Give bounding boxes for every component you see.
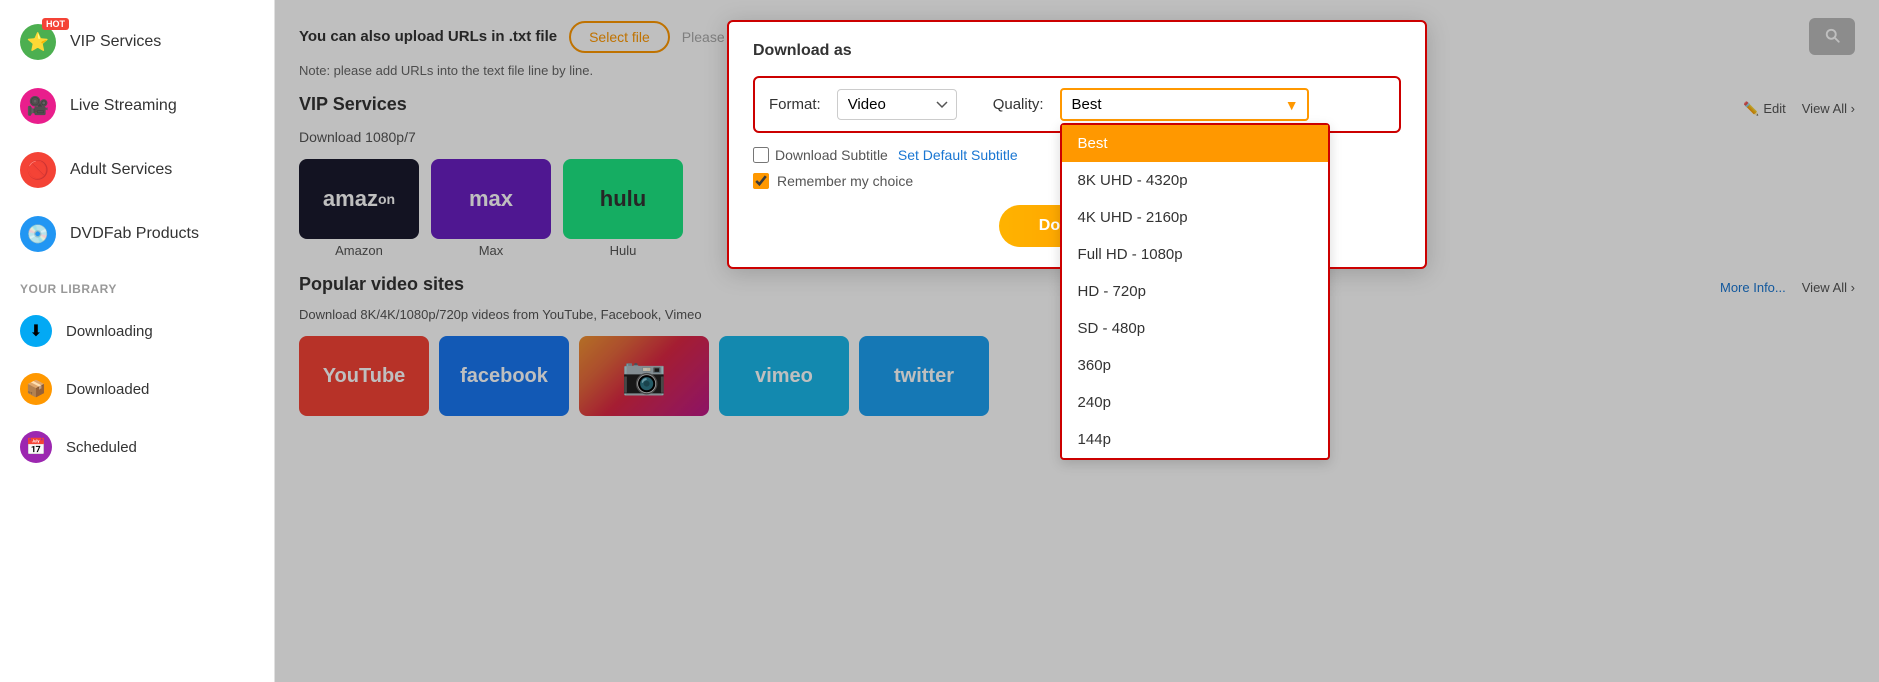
quality-select-container: ▼ Best 8K UHD - 4320p 4K UHD - 2160p Ful…: [1060, 88, 1309, 121]
quality-label: Quality:: [993, 96, 1044, 113]
format-select[interactable]: Video Audio: [837, 89, 957, 120]
quality-option-360p[interactable]: 360p: [1062, 347, 1328, 384]
lib-item-label: Scheduled: [66, 439, 137, 456]
format-quality-row: Format: Video Audio Quality: ▼ Best 8K U…: [753, 76, 1401, 133]
sidebar-item-label: VIP Services: [70, 33, 161, 51]
scheduled-icon: 📅: [20, 431, 52, 463]
remember-checkbox[interactable]: [753, 173, 769, 189]
sidebar: ⭐ VIP Services HOT 🎥 Live Streaming 🚫 Ad…: [0, 0, 275, 682]
quality-option-240p[interactable]: 240p: [1062, 384, 1328, 421]
live-streaming-icon: 🎥: [20, 88, 56, 124]
sidebar-item-vip-services[interactable]: ⭐ VIP Services HOT: [0, 10, 274, 74]
hot-badge: HOT: [42, 18, 69, 30]
library-section-label: YOUR LIBRARY: [0, 266, 274, 302]
quality-option-8k[interactable]: 8K UHD - 4320p: [1062, 162, 1328, 199]
subtitle-label: Download Subtitle: [775, 147, 888, 163]
sidebar-item-label: Adult Services: [70, 161, 172, 179]
subtitle-checkbox[interactable]: [753, 147, 769, 163]
download-dialog: Download as Format: Video Audio Quality:…: [727, 20, 1427, 269]
sidebar-item-downloading[interactable]: ⬇ Downloading: [0, 302, 274, 360]
quality-option-1080p[interactable]: Full HD - 1080p: [1062, 236, 1328, 273]
dvdfab-icon: 💿: [20, 216, 56, 252]
remember-label: Remember my choice: [777, 173, 913, 189]
sidebar-item-live-streaming[interactable]: 🎥 Live Streaming: [0, 74, 274, 138]
adult-services-icon: 🚫: [20, 152, 56, 188]
downloaded-icon: 📦: [20, 373, 52, 405]
quality-dropdown: Best 8K UHD - 4320p 4K UHD - 2160p Full …: [1060, 123, 1330, 460]
quality-option-480p[interactable]: SD - 480p: [1062, 310, 1328, 347]
quality-option-best[interactable]: Best: [1062, 125, 1328, 162]
dialog-title: Download as: [753, 42, 1401, 60]
lib-item-label: Downloading: [66, 323, 153, 340]
downloading-icon: ⬇: [20, 315, 52, 347]
main-content: You can also upload URLs in .txt file Se…: [275, 0, 1879, 682]
sidebar-item-downloaded[interactable]: 📦 Downloaded: [0, 360, 274, 418]
format-label: Format:: [769, 96, 821, 113]
sidebar-item-label: DVDFab Products: [70, 225, 199, 243]
quality-option-720p[interactable]: HD - 720p: [1062, 273, 1328, 310]
sidebar-item-adult-services[interactable]: 🚫 Adult Services: [0, 138, 274, 202]
sidebar-item-label: Live Streaming: [70, 97, 177, 115]
quality-input[interactable]: [1060, 88, 1309, 121]
quality-option-4k[interactable]: 4K UHD - 2160p: [1062, 199, 1328, 236]
subtitle-checkbox-label[interactable]: Download Subtitle: [753, 147, 888, 163]
quality-option-144p[interactable]: 144p: [1062, 421, 1328, 458]
dialog-overlay: Download as Format: Video Audio Quality:…: [275, 0, 1879, 682]
sidebar-item-scheduled[interactable]: 📅 Scheduled: [0, 418, 274, 476]
set-default-subtitle-link[interactable]: Set Default Subtitle: [898, 147, 1018, 163]
lib-item-label: Downloaded: [66, 381, 149, 398]
sidebar-item-dvdfab-products[interactable]: 💿 DVDFab Products: [0, 202, 274, 266]
